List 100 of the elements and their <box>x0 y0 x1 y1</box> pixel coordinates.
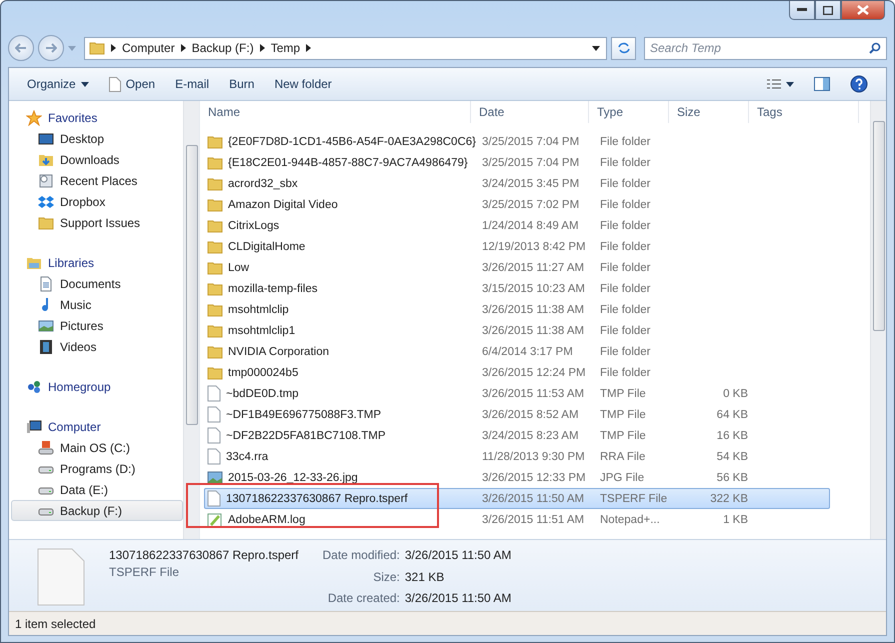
type-cell-text: Notepad+... <box>599 514 661 526</box>
file-name: CLDigitalHome <box>228 240 306 252</box>
sidebar-item[interactable]: Pictures <box>11 315 183 336</box>
file-icon <box>207 427 221 444</box>
refresh-button[interactable] <box>611 36 636 60</box>
property-value: 321 KB <box>404 570 446 586</box>
file-row[interactable]: {E18C2E01-944B-4857-88C7-9AC7A4986479} 3/25/2015 7:04 PM File folder <box>204 152 830 173</box>
file-name: CitrixLogs <box>228 220 280 232</box>
star-icon <box>26 110 42 126</box>
folder-icon <box>207 260 223 274</box>
file-row[interactable]: msohtmlclip1 3/26/2015 11:38 AM File folder <box>204 320 830 341</box>
sidebar-item[interactable]: Main OS (C:) <box>11 437 183 458</box>
file-icon <box>37 548 85 606</box>
sidebar-item[interactable]: Homegroup <box>11 376 183 397</box>
file-icon <box>207 406 221 423</box>
column-header[interactable]: Size <box>669 101 749 123</box>
file-row[interactable]: NVIDIA Corporation 6/4/2014 3:17 PM File folder <box>204 341 830 362</box>
file-row[interactable]: {2E0F7D8D-1CD1-45B6-A54F-0AE3A298C0C6} 3/25/2015 7:04 PM File folder <box>204 131 830 152</box>
file-name: 130718622337630867 Repro.tsperf <box>109 548 298 562</box>
chevron-right-icon[interactable] <box>180 44 186 52</box>
column-header[interactable]: Type <box>589 101 669 123</box>
file-row[interactable]: Low 3/26/2015 11:27 AM File folder <box>204 257 830 278</box>
date-cell-text: 3/25/2015 7:04 PM <box>481 156 580 168</box>
folder-icon <box>207 134 223 148</box>
file-type: TSPERF File <box>109 565 180 579</box>
file-row[interactable]: tmp000024b5 3/26/2015 12:24 PM File folder <box>204 362 830 383</box>
file-name: acrord32_sbx <box>228 178 298 190</box>
caret-icon <box>80 82 89 86</box>
chevron-right-icon[interactable] <box>260 44 265 52</box>
file-name: tmp000024b5 <box>228 366 298 378</box>
file-icon <box>207 448 221 465</box>
scrollbar[interactable] <box>183 101 199 539</box>
type-cell-text: File folder <box>599 220 652 232</box>
chevron-right-icon[interactable] <box>306 44 312 52</box>
date-cell-text: 12/19/2013 8:42 PM <box>481 240 587 252</box>
maximize-button[interactable] <box>815 1 841 20</box>
sidebar-item[interactable]: Recent Places <box>11 170 183 191</box>
breadcrumb[interactable]: Backup (F:) <box>192 41 254 55</box>
file-row[interactable]: mozilla-temp-files 3/15/2015 10:23 AM File folder <box>204 278 830 299</box>
search-field[interactable]: Search Temp <box>644 36 887 60</box>
toolbar-button[interactable]: Burn <box>221 73 262 95</box>
sidebar-item[interactable]: Desktop <box>11 128 183 149</box>
file-icon <box>207 490 221 507</box>
file-row[interactable]: CLDigitalHome 12/19/2013 8:42 PM File folder <box>204 236 830 257</box>
sidebar-item[interactable]: Videos <box>11 336 183 357</box>
size-cell-text: 1 KB <box>722 514 749 526</box>
column-header[interactable]: Date <box>471 101 589 123</box>
sidebar-item[interactable]: Support Issues <box>11 212 183 233</box>
file-name: AdobeARM.log <box>228 514 306 526</box>
file-row[interactable]: acrord32_sbx 3/24/2015 3:45 PM File folder <box>204 173 830 194</box>
file-row[interactable]: 2015-03-26_12-33-26.jpg 3/26/2015 12:33 PM JPG File 56 KB <box>204 467 830 488</box>
file-name: 33c4.rra <box>226 450 268 462</box>
address-bar[interactable]: Computer Backup (F:) Temp <box>84 36 607 60</box>
file-row[interactable]: Amazon Digital Video 3/25/2015 7:02 PM File folder <box>204 194 830 215</box>
dropdown-caret-icon[interactable] <box>592 46 600 50</box>
property-value: 3/26/2015 11:50 AM <box>404 591 512 608</box>
file-row[interactable]: ~DF1B49E696775088F3.TMP 3/26/2015 8:52 AM TMP File 64 KB <box>204 404 830 425</box>
type-cell-text: File folder <box>599 178 652 190</box>
date-cell-text: 3/24/2015 8:23 AM <box>481 430 580 442</box>
breadcrumb[interactable]: Computer <box>122 41 175 55</box>
minimize-button[interactable] <box>789 1 815 20</box>
toolbar-button[interactable]: New folder <box>266 73 340 95</box>
sidebar-item[interactable]: Data (E:) <box>11 479 183 500</box>
search-icon[interactable] <box>869 42 881 54</box>
column-header[interactable]: Name <box>200 101 471 123</box>
file-name: msohtmlclip1 <box>228 324 296 336</box>
toolbar-button[interactable]: Organize <box>19 73 97 95</box>
sidebar-item[interactable]: Backup (F:) <box>11 500 183 521</box>
file-row[interactable]: 33c4.rra 11/28/2013 9:30 PM RRA File 54 KB <box>204 446 830 467</box>
toolbar-button[interactable]: E-mail <box>167 73 218 95</box>
sidebar-item[interactable]: Music <box>11 294 183 315</box>
file-name: mozilla-temp-files <box>228 282 318 294</box>
file-row[interactable]: 130718622337630867 Repro.tsperf 3/26/2015 11:50 AM TSPERF File 322 KB <box>204 488 830 509</box>
list-view-icon <box>767 78 781 90</box>
date-cell-text: 3/26/2015 11:51 AM <box>481 514 586 526</box>
sidebar-item[interactable]: Programs (D:) <box>11 458 183 479</box>
file-row[interactable]: ~bdDE0D.tmp 3/26/2015 11:53 AM TMP File 0 KB <box>204 383 830 404</box>
sidebar-item[interactable]: Libraries <box>11 252 183 273</box>
recent-places-icon <box>38 172 54 188</box>
sidebar-item[interactable]: Computer <box>11 416 183 437</box>
maximize-icon <box>823 6 833 14</box>
scrollbar[interactable] <box>870 101 886 539</box>
type-cell-text: File folder <box>599 346 652 358</box>
sidebar-item[interactable]: Favorites <box>11 107 183 128</box>
close-button[interactable] <box>841 1 885 20</box>
sidebar-item[interactable]: Downloads <box>11 149 183 170</box>
type-cell-text: File folder <box>599 366 652 378</box>
file-name: NVIDIA Corporation <box>228 346 329 358</box>
file-row[interactable]: CitrixLogs 1/24/2014 8:49 AM File folder <box>204 215 830 236</box>
folder-icon <box>207 240 223 254</box>
toolbar-button[interactable]: Open <box>100 72 164 96</box>
sidebar-item[interactable]: Dropbox <box>11 191 183 212</box>
column-header[interactable]: Tags <box>749 101 859 123</box>
file-row[interactable]: ~DF2B22D5FA81BC7108.TMP 3/24/2015 8:23 AM TMP File 16 KB <box>204 425 830 446</box>
sidebar-item[interactable]: Documents <box>11 273 183 294</box>
file-row[interactable]: AdobeARM.log 3/26/2015 11:51 AM Notepad+... 1 KB <box>204 509 830 530</box>
file-row[interactable]: msohtmlclip 3/26/2015 11:38 AM File folder <box>204 299 830 320</box>
film-icon <box>38 338 54 354</box>
chevron-right-icon[interactable] <box>111 44 116 52</box>
breadcrumb[interactable]: Temp <box>270 41 300 55</box>
